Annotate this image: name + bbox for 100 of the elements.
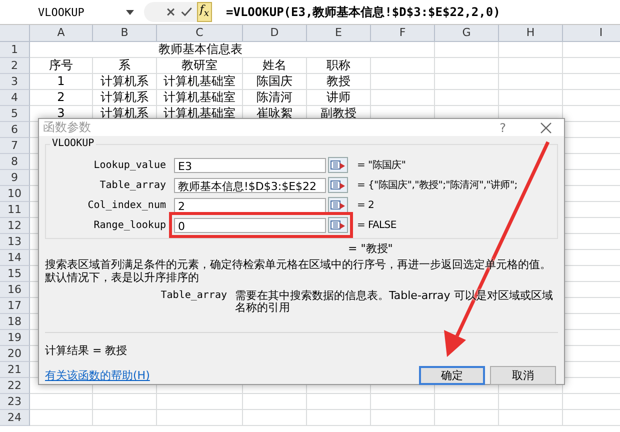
row-header[interactable]: 20: [0, 346, 30, 362]
collapse-icon[interactable]: [328, 177, 348, 193]
table-cell: 计算机基础室: [157, 74, 243, 90]
table-cell: [371, 42, 435, 58]
table-cell: 2: [30, 90, 93, 106]
table-cell: [93, 410, 157, 426]
argument-result: = {"陈国庆","教授";"陈清河","讲师";: [357, 178, 518, 192]
dropdown-icon[interactable]: [126, 10, 134, 14]
row-header[interactable]: 8: [0, 154, 30, 170]
table-cell: [371, 58, 435, 74]
column-header[interactable]: C: [157, 25, 243, 42]
table-cell: 教授: [307, 74, 371, 90]
table-cell: 计算机系: [93, 90, 157, 106]
table-cell: [243, 410, 307, 426]
table-cell: [435, 74, 499, 90]
table-cell: [93, 394, 157, 410]
enter-icon[interactable]: [180, 6, 192, 18]
column-header[interactable]: I: [563, 25, 620, 42]
name-box[interactable]: VLOOKUP: [2, 2, 140, 22]
table-cell: 讲师: [307, 90, 371, 106]
table-cell: [435, 58, 499, 74]
formula-field[interactable]: =VLOOKUP(E3,教师基本信息!$D$3:$E$22,2,0): [212, 4, 620, 20]
table-cell: [499, 42, 563, 58]
row-header[interactable]: 17: [0, 298, 30, 314]
table-cell: [499, 394, 563, 410]
row-header[interactable]: 23: [0, 394, 30, 410]
insert-function-button[interactable]: f$_{x}$: [196, 2, 212, 22]
collapse-icon[interactable]: [328, 217, 348, 233]
argument-label: Table_array: [98, 180, 167, 190]
function-name: VLOOKUP: [50, 138, 96, 149]
table-cell: 职称: [307, 58, 371, 74]
row-header[interactable]: 5: [0, 106, 30, 122]
row-header[interactable]: 22: [0, 378, 30, 394]
table-cell: 1: [30, 74, 93, 90]
cancel-button[interactable]: 取消: [490, 366, 556, 385]
argument-field[interactable]: 教师基本信息!$D$3:$E$22: [174, 178, 326, 192]
table-cell: 姓名: [243, 58, 307, 74]
help-button[interactable]: ?: [500, 120, 506, 134]
row-header[interactable]: 3: [0, 74, 30, 90]
table-title: 教师基本信息表: [30, 42, 371, 58]
row-header[interactable]: 19: [0, 330, 30, 346]
formula-result: 计算结果 = 教授: [45, 343, 128, 358]
cancel-icon[interactable]: [166, 6, 176, 18]
collapse-icon[interactable]: [328, 197, 348, 213]
column-header[interactable]: A: [30, 25, 93, 42]
table-cell: [435, 394, 499, 410]
row-header[interactable]: 1: [0, 42, 30, 58]
table-cell: [499, 74, 563, 90]
table-cell: 计算机基础室: [157, 90, 243, 106]
table-cell: 陈清河: [243, 90, 307, 106]
table-cell: [307, 410, 371, 426]
argument-label: Range_lookup: [92, 220, 167, 230]
table-cell: [435, 410, 499, 426]
argument-result: = "陈国庆": [357, 158, 406, 172]
row-header[interactable]: 16: [0, 282, 30, 298]
table-cell: [30, 394, 93, 410]
argument-name: Table_array: [160, 290, 228, 303]
table-cell: [307, 394, 371, 410]
row-header[interactable]: 21: [0, 362, 30, 378]
argument-result: = 2: [357, 200, 374, 210]
column-header[interactable]: G: [435, 25, 499, 42]
row-header[interactable]: 14: [0, 250, 30, 266]
column-header[interactable]: H: [499, 25, 563, 42]
row-header[interactable]: 12: [0, 218, 30, 234]
table-cell: 计算机系: [93, 74, 157, 90]
row-header[interactable]: 15: [0, 266, 30, 282]
row-header[interactable]: 11: [0, 202, 30, 218]
argument-label: Col_index_num: [86, 200, 167, 210]
row-header[interactable]: 10: [0, 186, 30, 202]
row-header[interactable]: 24: [0, 410, 30, 426]
row-header[interactable]: 7: [0, 138, 30, 154]
table-cell: [371, 394, 435, 410]
table-cell: 序号: [30, 58, 93, 74]
column-header[interactable]: D: [243, 25, 307, 42]
ok-button[interactable]: 确定: [419, 366, 485, 385]
row-header[interactable]: 2: [0, 58, 30, 74]
table-cell: [243, 394, 307, 410]
row-header[interactable]: 9: [0, 170, 30, 186]
column-header[interactable]: E: [307, 25, 371, 42]
row-header[interactable]: 4: [0, 90, 30, 106]
row-header[interactable]: 13: [0, 234, 30, 250]
row-header[interactable]: 6: [0, 122, 30, 138]
table-cell: 教研室: [157, 58, 243, 74]
close-icon[interactable]: [540, 122, 552, 134]
table-cell: [371, 74, 435, 90]
argument-field[interactable]: 2: [174, 198, 326, 212]
row-header[interactable]: 18: [0, 314, 30, 330]
column-header[interactable]: F: [371, 25, 435, 42]
table-cell: [435, 42, 499, 58]
dialog-title: 函数参数: [43, 119, 92, 136]
table-cell: [30, 410, 93, 426]
table-cell: 系: [93, 58, 157, 74]
help-link[interactable]: 有关该函数的帮助(H): [45, 368, 150, 383]
argument-field[interactable]: 0: [174, 218, 326, 232]
table-cell: [371, 410, 435, 426]
collapse-icon[interactable]: [328, 157, 348, 173]
column-header[interactable]: B: [93, 25, 157, 42]
argument-field[interactable]: E3: [174, 158, 326, 172]
function-result: = "教授": [348, 241, 394, 256]
table-cell: [499, 410, 563, 426]
